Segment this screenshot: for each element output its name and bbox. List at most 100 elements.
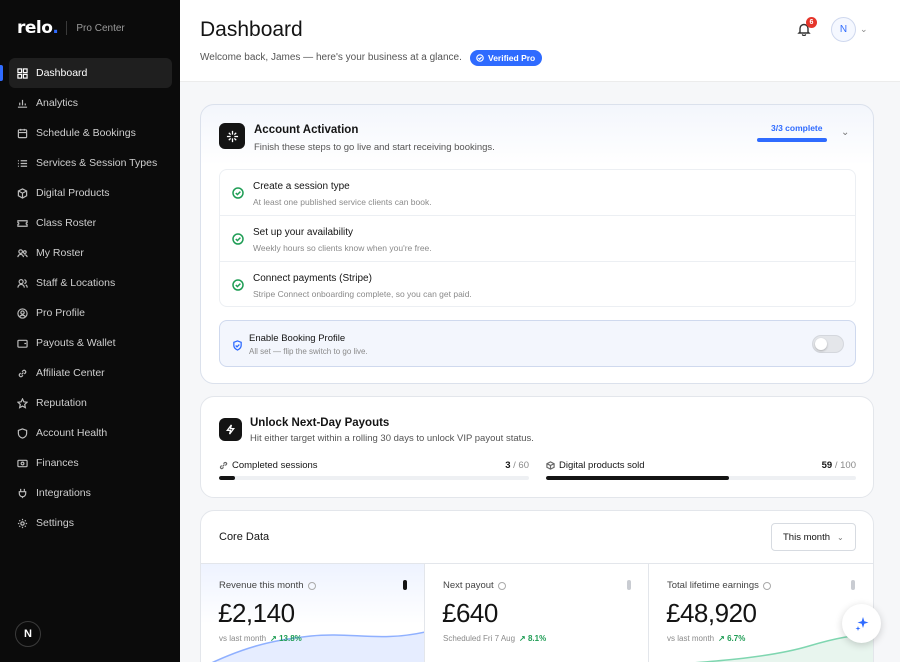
metric-bar [219,476,529,480]
check-circle-icon [476,54,484,62]
sidebar: relo. Pro Center Dashboard Analytics Sched… [0,0,180,662]
card-subtitle: Finish these steps to go live and start … [254,142,495,153]
sidebar-item-label: Digital Products [36,187,110,199]
metric-value: 3 / 60 [505,460,529,471]
brand-subtitle: Pro Center [76,22,125,34]
metric-label: Completed sessions [232,460,318,471]
sidebar-item-schedule-bookings[interactable]: Schedule & Bookings [9,118,172,148]
grid-icon [17,67,28,79]
sidebar-item-label: Affiliate Center [36,367,105,379]
verified-badge: Verified Pro [470,50,543,66]
sidebar-item-digital-products[interactable]: Digital Products [9,178,172,208]
account-activation-card: Account Activation Finish these steps to… [200,104,874,384]
sidebar-item-my-roster[interactable]: My Roster [9,238,172,268]
stats-grid: Revenue this month £2,140 vs last month ↗ 1… [201,563,873,662]
stat-delta: ↗ 6.7% [718,634,746,643]
chevron-down-icon: ⌄ [837,532,844,542]
plug-icon [17,488,28,499]
sidebar-item-label: Payouts & Wallet [36,337,116,349]
sidebar-item-class-roster[interactable]: Class Roster [9,208,172,238]
booking-desc: All set — flip the switch to go live. [249,347,368,356]
page-header: Dashboard Welcome back, James — here's y… [180,0,900,82]
check-circle-icon [232,186,244,199]
step-title: Set up your availability [253,227,354,238]
metric-fill [219,476,235,480]
sidebar-item-label: Analytics [36,97,79,109]
divider [66,21,68,35]
step-desc: Stripe Connect onboarding complete, so y… [253,289,472,299]
toggle-knob [815,338,827,350]
card-subtitle: Hit either target within a rolling 30 da… [250,433,534,444]
sidebar-item-payouts-wallet[interactable]: Payouts & Wallet [9,328,172,358]
sidebar-item-affiliate-center[interactable]: Affiliate Center [9,358,172,388]
stat-value: £48,920 [666,598,757,628]
gear-icon [17,518,28,529]
sidebar-item-settings[interactable]: Settings [9,508,172,538]
stat-indicator [627,580,631,590]
stat-foot: Scheduled Fri 7 Aug [443,634,516,643]
stat-label: Total lifetime earnings [667,580,759,591]
shield-icon [17,427,28,439]
sidebar-nav: Dashboard Analytics Schedule & Bookings Ser… [0,58,172,538]
core-data-card: Core Data This month ⌄ Revenue this month… [200,510,874,662]
info-icon[interactable] [307,581,316,590]
sidebar-item-services-session-types[interactable]: Services & Session Types [9,148,172,178]
sidebar-item-account-health[interactable]: Account Health [9,418,172,448]
notifications-button[interactable]: 6 [797,17,817,38]
calendar-icon [17,128,28,139]
stat-card[interactable]: Revenue this month £2,140 vs last month ↗ 1… [201,564,425,662]
assistant-button[interactable] [842,604,881,643]
sidebar-item-integrations[interactable]: Integrations [9,478,172,508]
stat-delta: ↗ 13.8% [270,634,302,643]
sidebar-item-label: Settings [36,517,74,529]
sidebar-item-dashboard[interactable]: Dashboard [0,58,172,88]
sidebar-item-label: Pro Profile [36,307,86,319]
progress-bar [757,138,827,142]
sidebar-item-label: Integrations [36,487,91,499]
card-title: Account Activation [254,124,359,136]
check-circle-icon [232,278,244,291]
box-icon [17,187,28,199]
collapse-chevron-icon[interactable]: ⌄ [841,127,849,138]
sidebar-item-label: Staff & Locations [36,277,116,289]
brand[interactable]: relo. Pro Center [17,18,125,38]
info-icon[interactable] [497,581,506,590]
sidebar-item-label: Services & Session Types [36,157,158,169]
step-desc: At least one published service clients c… [253,197,432,207]
card-title: Unlock Next-Day Payouts [250,417,390,429]
stat-foot: vs last month [667,634,715,643]
info-icon[interactable] [762,581,771,590]
page-title: Dashboard [200,18,303,41]
step-title: Connect payments (Stripe) [253,273,372,284]
sidebar-item-staff-locations[interactable]: Staff & Locations [9,268,172,298]
stat-label: Revenue this month [219,580,304,591]
booking-profile-row: Enable Booking Profile All set — flip th… [219,320,856,367]
metric-value: 59 / 100 [821,460,856,471]
sidebar-item-pro-profile[interactable]: Pro Profile [9,298,172,328]
stat-foot: vs last month [219,634,267,643]
avatar[interactable]: N [15,621,41,647]
period-select[interactable]: This month ⌄ [771,523,856,551]
stat-card[interactable]: Total lifetime earnings £48,920 vs last mo… [649,564,873,662]
ticket-icon [17,218,28,229]
activation-step[interactable]: Create a session type At least one publis… [220,170,855,216]
user-avatar[interactable]: N [831,17,856,42]
chevron-down-icon[interactable]: ⌄ [860,24,868,35]
stat-indicator [403,580,407,590]
list-icon [17,158,28,169]
metric-fill [546,476,729,480]
booking-title: Enable Booking Profile [249,333,346,344]
team-icon [17,278,28,289]
sidebar-item-label: My Roster [36,247,84,259]
sidebar-item-reputation[interactable]: Reputation [9,388,172,418]
sidebar-item-finances[interactable]: Finances [9,448,172,478]
activation-step[interactable]: Set up your availability Weekly hours so … [220,216,855,262]
activation-step[interactable]: Connect payments (Stripe) Stripe Connect … [220,262,855,308]
booking-toggle[interactable] [812,335,844,353]
metric-bar [546,476,856,480]
sidebar-item-analytics[interactable]: Analytics [9,88,172,118]
metric-label: Digital products sold [559,460,645,471]
sidebar-item-label: Class Roster [36,217,97,229]
stat-card[interactable]: Next payout £640 Scheduled Fri 7 Aug ↗ 8.1% [425,564,649,662]
sparkle-icon [855,616,868,631]
